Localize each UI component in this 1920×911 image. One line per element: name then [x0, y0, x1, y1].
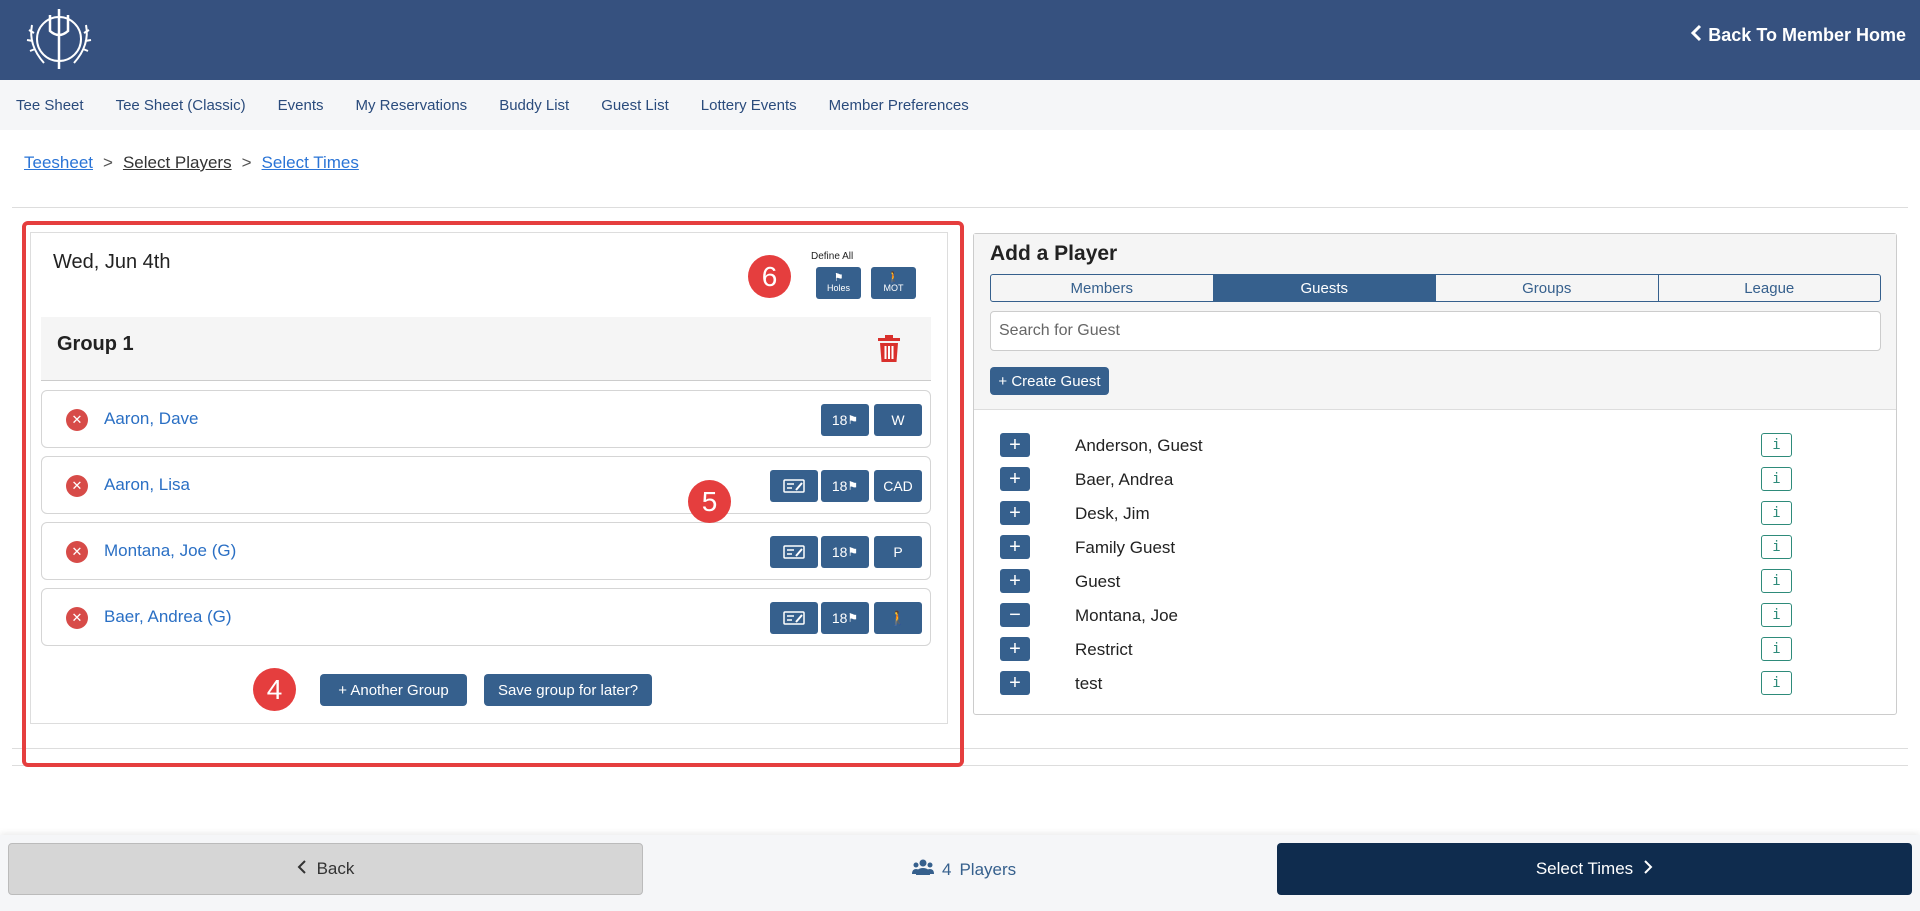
- tab-groups[interactable]: Groups: [1436, 275, 1659, 301]
- breadcrumb: Teesheet > Select Players > Select Times: [24, 153, 359, 173]
- annotation-badge: 4: [253, 668, 296, 711]
- breadcrumb-select-times[interactable]: Select Times: [262, 153, 359, 173]
- back-to-member-home-label: Back To Member Home: [1708, 25, 1906, 45]
- guest-name: Family Guest: [1075, 538, 1176, 557]
- back-button[interactable]: Back: [8, 843, 643, 895]
- chevron-left-icon: [297, 859, 307, 880]
- list-item: − Montana, Joe i: [974, 598, 1896, 632]
- tab-members[interactable]: Members: [991, 275, 1214, 301]
- chevron-left-icon: [1690, 24, 1702, 47]
- list-item: + Family Guest i: [974, 530, 1896, 564]
- club-logo-icon: [26, 9, 92, 69]
- add-guest-button[interactable]: +: [1000, 637, 1030, 661]
- info-icon[interactable]: i: [1761, 671, 1792, 695]
- guest-name: Montana, Joe: [1075, 606, 1179, 625]
- add-guest-button[interactable]: +: [1000, 569, 1030, 593]
- guest-name: Restrict: [1075, 640, 1133, 659]
- back-label: Back: [316, 859, 355, 878]
- divider: [12, 207, 1908, 208]
- add-guest-button[interactable]: +: [1000, 501, 1030, 525]
- info-icon[interactable]: i: [1761, 569, 1792, 593]
- guest-name: Anderson, Guest: [1075, 436, 1203, 455]
- list-item: + Desk, Jim i: [974, 496, 1896, 530]
- users-icon: [912, 859, 934, 880]
- info-icon[interactable]: i: [1761, 603, 1792, 627]
- annotation-badge: 5: [688, 480, 731, 523]
- nav-item-tee-sheet[interactable]: Tee Sheet: [16, 97, 84, 114]
- nav-item-buddy-list[interactable]: Buddy List: [499, 97, 569, 114]
- add-guest-button[interactable]: +: [1000, 535, 1030, 559]
- breadcrumb-teesheet[interactable]: Teesheet: [24, 153, 93, 173]
- nav-item-events[interactable]: Events: [278, 97, 324, 114]
- highlight-frame: [22, 221, 964, 767]
- list-item: + test i: [974, 666, 1896, 700]
- players-count-label: Players: [959, 859, 1017, 879]
- breadcrumb-separator: >: [103, 153, 113, 172]
- top-header: Back To Member Home: [0, 0, 1920, 80]
- players-count-value: 4: [942, 859, 952, 879]
- back-to-member-home-link[interactable]: Back To Member Home: [1690, 24, 1906, 47]
- list-item: + Restrict i: [974, 632, 1896, 666]
- add-player-header: Add a Player Members Guests Groups Leagu…: [974, 234, 1896, 410]
- info-icon[interactable]: i: [1761, 467, 1792, 491]
- nav-item-tee-sheet-classic[interactable]: Tee Sheet (Classic): [116, 97, 246, 114]
- add-guest-button[interactable]: +: [1000, 671, 1030, 695]
- breadcrumb-separator: >: [241, 153, 252, 172]
- add-guest-button[interactable]: +: [1000, 433, 1030, 457]
- info-icon[interactable]: i: [1761, 535, 1792, 559]
- annotation-badge: 6: [748, 255, 791, 298]
- chevron-right-icon: [1643, 859, 1653, 880]
- guest-name: Guest: [1075, 572, 1121, 591]
- info-icon[interactable]: i: [1761, 637, 1792, 661]
- tab-league[interactable]: League: [1659, 275, 1881, 301]
- add-player-title: Add a Player: [990, 242, 1118, 265]
- list-item: + Anderson, Guest i: [974, 428, 1896, 462]
- guest-name: Desk, Jim: [1075, 504, 1150, 523]
- tab-guests[interactable]: Guests: [1213, 275, 1436, 301]
- player-type-tabs: Members Guests Groups League: [990, 274, 1881, 302]
- nav-item-lottery-events[interactable]: Lottery Events: [701, 97, 797, 114]
- list-item: + Baer, Andrea i: [974, 462, 1896, 496]
- guest-name: test: [1075, 674, 1103, 693]
- remove-guest-button[interactable]: −: [1000, 603, 1030, 627]
- list-item: + Guest i: [974, 564, 1896, 598]
- nav-item-guest-list[interactable]: Guest List: [601, 97, 669, 114]
- guest-search-input[interactable]: [990, 311, 1881, 351]
- players-count: 4 Players: [912, 859, 1016, 880]
- guest-name: Baer, Andrea: [1075, 470, 1174, 489]
- nav-item-member-preferences[interactable]: Member Preferences: [829, 97, 969, 114]
- add-player-panel: Add a Player Members Guests Groups Leagu…: [973, 233, 1897, 715]
- select-times-button[interactable]: Select Times: [1277, 843, 1912, 895]
- breadcrumb-select-players: Select Players: [122, 153, 232, 172]
- info-icon[interactable]: i: [1761, 433, 1792, 457]
- info-icon[interactable]: i: [1761, 501, 1792, 525]
- footer-bar: Back 4 Players Select Times: [0, 835, 1920, 911]
- select-times-label: Select Times: [1535, 859, 1634, 878]
- add-guest-button[interactable]: +: [1000, 467, 1030, 491]
- main-nav: Tee Sheet Tee Sheet (Classic) Events My …: [0, 80, 1920, 130]
- nav-item-my-reservations[interactable]: My Reservations: [355, 97, 467, 114]
- create-guest-button[interactable]: + Create Guest: [990, 367, 1109, 395]
